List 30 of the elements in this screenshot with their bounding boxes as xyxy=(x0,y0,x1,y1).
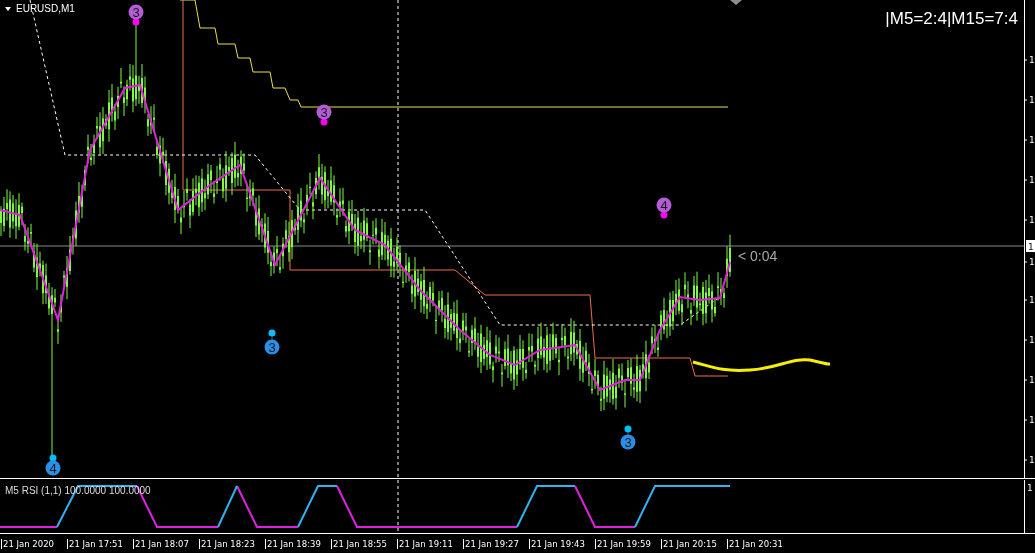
timeframe-info: |M5=2:4|M15=7:4 xyxy=(885,9,1018,28)
time-label: 21 Jan 19:43 xyxy=(529,538,595,549)
symbol-label: EURUSD,M1 xyxy=(16,3,75,14)
time-label: 21 Jan 20:15 xyxy=(661,538,727,549)
price-label: 1 xyxy=(1029,455,1035,465)
price-label: 1 xyxy=(1029,257,1035,267)
price-label: 1 xyxy=(1029,175,1035,185)
current-price-tag: 1 xyxy=(1026,240,1035,252)
dropdown-icon[interactable] xyxy=(5,7,11,11)
time-label: 21 Jan 19:11 xyxy=(397,538,463,549)
time-label: 21 Jan 20:31 xyxy=(727,538,793,549)
price-label: 1 xyxy=(1029,415,1035,425)
time-label: 21 Jan 18:07 xyxy=(133,538,199,549)
price-label: 1 xyxy=(1029,135,1035,145)
time-label: 21 Jan 2020 xyxy=(1,538,67,549)
price-label: 1 xyxy=(1029,215,1035,225)
time-label: 21 Jan 19:27 xyxy=(463,538,529,549)
time-label: 21 Jan 19:59 xyxy=(595,538,661,549)
price-label: 1 xyxy=(1029,95,1035,105)
time-label: 21 Jan 18:23 xyxy=(199,538,265,549)
price-label: 1 xyxy=(1029,335,1035,345)
countdown-label: < 0:04 xyxy=(738,248,778,264)
price-label: 1 xyxy=(1029,375,1035,385)
price-label: 1 xyxy=(1029,55,1035,65)
price-label: 1 xyxy=(1029,295,1035,305)
time-label: 21 Jan 18:39 xyxy=(265,538,331,549)
time-label: 21 Jan 18:55 xyxy=(331,538,397,549)
time-label: 21 Jan 17:51 xyxy=(67,538,133,549)
rsi-axis-label: 1 xyxy=(1027,483,1033,493)
diamond-icon xyxy=(730,0,742,5)
